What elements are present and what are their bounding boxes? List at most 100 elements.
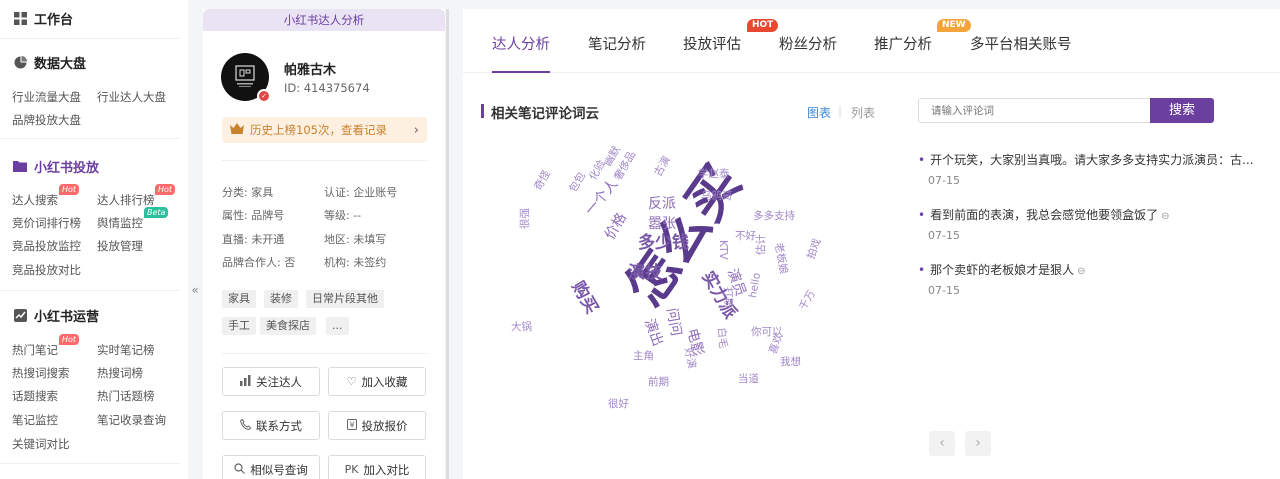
view-chart-toggle[interactable]: 图表 <box>807 104 831 121</box>
word-cloud-term[interactable]: 学赵泰 <box>698 169 730 180</box>
word-cloud-term[interactable]: 打斯 <box>722 287 734 308</box>
sidebar-xhs-ops[interactable]: 小红书运营 <box>0 307 111 325</box>
follow-button[interactable]: 关注达人 <box>222 367 320 396</box>
word-cloud-term[interactable]: 千万 <box>797 288 818 312</box>
main-panel: 达人分析 笔记分析 投放评估 HOT 粉丝分析 推广分析 NEW 多平台相关账号… <box>463 9 1280 479</box>
active-tab-indicator <box>492 71 550 73</box>
sidebar-xhs-ad[interactable]: 小红书投放 <box>0 158 111 176</box>
ad-quote-button[interactable]: ¥ 投放报价 <box>328 411 426 440</box>
tab-promotion-analysis[interactable]: 推广分析 <box>874 33 932 54</box>
favorite-button[interactable]: ♡ 加入收藏 <box>328 367 426 396</box>
sidebar-item-competitor-compare[interactable]: 竞品投放对比 <box>12 262 81 278</box>
word-cloud-term[interactable]: 购买 <box>567 278 601 317</box>
word-cloud-term[interactable]: 我想 <box>780 357 801 368</box>
tab-cross-platform[interactable]: 多平台相关账号 <box>970 33 1072 54</box>
tag[interactable]: 手工 <box>222 317 256 335</box>
comment-item[interactable]: • 那个卖虾的老板娘才是狠人 ⊖ <box>918 261 1085 278</box>
view-list-toggle[interactable]: 列表 <box>851 104 875 121</box>
comment-item[interactable]: • 看到前面的表演，我总会感觉他要领盒饭了 ⊖ <box>918 206 1169 223</box>
add-compare-button-label: 加入对比 <box>363 462 410 477</box>
word-cloud-term[interactable]: 前期 <box>648 377 669 388</box>
word-cloud-term[interactable]: 包包 <box>567 170 588 194</box>
comment-search-input[interactable] <box>918 98 1150 123</box>
word-cloud-term[interactable]: 古演 <box>652 154 673 178</box>
tab-note-analysis[interactable]: 笔记分析 <box>588 33 646 54</box>
sidebar-item-note-index[interactable]: 笔记收录查询 <box>97 412 166 428</box>
link-icon[interactable]: ⊖ <box>1161 211 1169 222</box>
tab-ad-evaluation[interactable]: 投放评估 <box>683 33 741 54</box>
contact-button[interactable]: 联系方式 <box>222 411 320 440</box>
tag[interactable]: 装修 <box>264 290 298 308</box>
word-cloud-term[interactable]: 演技 <box>628 265 662 282</box>
sidebar-item-note-monitor[interactable]: 笔记监控 <box>12 412 58 428</box>
sidebar-item-kol-search[interactable]: 达人搜索 Hot <box>12 184 80 208</box>
attr-level: 等级: -- <box>324 209 362 222</box>
sidebar-item-bid-keywords[interactable]: 竞价词排行榜 <box>12 215 81 231</box>
sidebar-item-hot-topics[interactable]: 热门话题榜 <box>97 388 155 404</box>
sidebar-data-dashboard[interactable]: 数据大盘 <box>0 54 98 72</box>
similar-accounts-button[interactable]: 相似号查询 <box>222 455 320 479</box>
tab-fan-analysis[interactable]: 粉丝分析 <box>779 33 837 54</box>
word-cloud-term[interactable]: 老板娘 <box>772 242 789 275</box>
word-cloud-term[interactable]: 主角 <box>633 351 654 362</box>
word-cloud-term[interactable]: hello <box>747 272 763 299</box>
sidebar-item-ad-management[interactable]: 投放管理 <box>97 238 143 254</box>
word-cloud-term[interactable]: 乌鸦哥 <box>701 191 733 202</box>
word-cloud-term[interactable]: 奇怪 <box>532 168 553 192</box>
sidebar-item-realtime-notes[interactable]: 实时笔记榜 <box>97 342 155 358</box>
word-cloud-term[interactable]: 多少钱 <box>638 235 689 252</box>
sidebar-item-industry-kol[interactable]: 行业达人大盘 <box>97 89 166 105</box>
word-cloud-term[interactable]: 演出 <box>641 317 666 349</box>
profile-scrollbar[interactable] <box>446 9 449 479</box>
sidebar-divider <box>0 138 180 139</box>
word-cloud-term[interactable]: 白毛 <box>715 327 729 349</box>
sidebar-item-hot-search-rank[interactable]: 热搜词榜 <box>97 365 143 381</box>
next-page-button[interactable]: › <box>965 431 991 456</box>
sidebar-divider <box>0 290 180 291</box>
double-chevron-left-icon: « <box>191 283 199 297</box>
word-cloud-term[interactable]: 价格 <box>602 210 630 242</box>
word-cloud-term[interactable]: 多多支持 <box>753 211 795 222</box>
sidebar-item-hot-search[interactable]: 热搜词搜索 <box>12 365 70 381</box>
attr-agency: 机构: 未签约 <box>324 256 387 269</box>
comment-item[interactable]: • 开个玩笑，大家别当真哦。请大家多多支持实力派演员：古... <box>918 151 1254 168</box>
sidebar-item-kol-ranking[interactable]: 达人排行榜 Hot <box>97 184 176 208</box>
word-cloud-term[interactable]: 拍戏 <box>805 237 823 261</box>
sidebar-item-label: 舆情监控 <box>97 216 143 230</box>
sidebar-item-sentiment[interactable]: 舆情监控 Beta <box>97 207 169 231</box>
word-cloud-term[interactable]: 很好 <box>608 399 629 410</box>
sidebar-item-competitor-monitor[interactable]: 竞品投放监控 <box>12 238 81 254</box>
word-cloud-term[interactable]: KTV <box>717 240 729 260</box>
search-button[interactable]: 搜索 <box>1150 98 1214 123</box>
add-compare-button[interactable]: PK 加入对比 <box>328 455 426 479</box>
word-cloud-term[interactable]: 当道 <box>738 374 759 385</box>
word-cloud-term[interactable]: 好演 <box>682 347 697 370</box>
svg-text:¥: ¥ <box>349 420 354 429</box>
profile-name: 帕雅古木 <box>284 63 337 78</box>
word-cloud-term[interactable]: 很强 <box>519 208 531 229</box>
sidebar-workbench[interactable]: 工作台 <box>0 10 85 28</box>
tab-kol-analysis[interactable]: 达人分析 <box>492 33 550 54</box>
link-icon[interactable]: ⊖ <box>1077 266 1085 277</box>
beta-badge: Beta <box>144 207 169 218</box>
word-cloud-term[interactable]: 大锅 <box>511 322 532 333</box>
sidebar-item-brand-ad[interactable]: 品牌投放大盘 <box>12 112 81 128</box>
prev-page-button[interactable]: ‹ <box>929 431 955 456</box>
sidebar-item-keyword-compare[interactable]: 关键词对比 <box>12 436 70 452</box>
tag[interactable]: 美食探店 <box>260 317 316 335</box>
sidebar-item-industry-traffic[interactable]: 行业流量大盘 <box>12 89 81 105</box>
sidebar: 工作台 数据大盘 行业流量大盘 行业达人大盘 品牌投放大盘 小红书投放 达人搜索… <box>0 0 188 479</box>
history-ranking-link[interactable]: 历史上榜105次，查看记录 › <box>222 117 427 143</box>
collapse-sidebar-button[interactable]: « <box>188 0 202 479</box>
attr-brand-partner: 品牌合作人: 否 <box>222 256 296 269</box>
sidebar-item-topic-search[interactable]: 话题搜索 <box>12 388 58 404</box>
tag-more[interactable]: ... <box>326 317 349 335</box>
word-cloud-term[interactable]: 不好 <box>735 231 756 242</box>
word-cloud-term[interactable]: 问问 <box>663 307 684 337</box>
word-cloud-term[interactable]: 嚣张 <box>648 217 676 231</box>
tag[interactable]: 家具 <box>222 290 256 308</box>
sidebar-item-hot-notes[interactable]: 热门笔记 Hot <box>12 334 80 358</box>
word-cloud-term[interactable]: 反派 <box>648 197 676 211</box>
tag[interactable]: 日常片段其他 <box>306 290 384 308</box>
word-cloud-term[interactable]: 估计 <box>755 234 767 255</box>
